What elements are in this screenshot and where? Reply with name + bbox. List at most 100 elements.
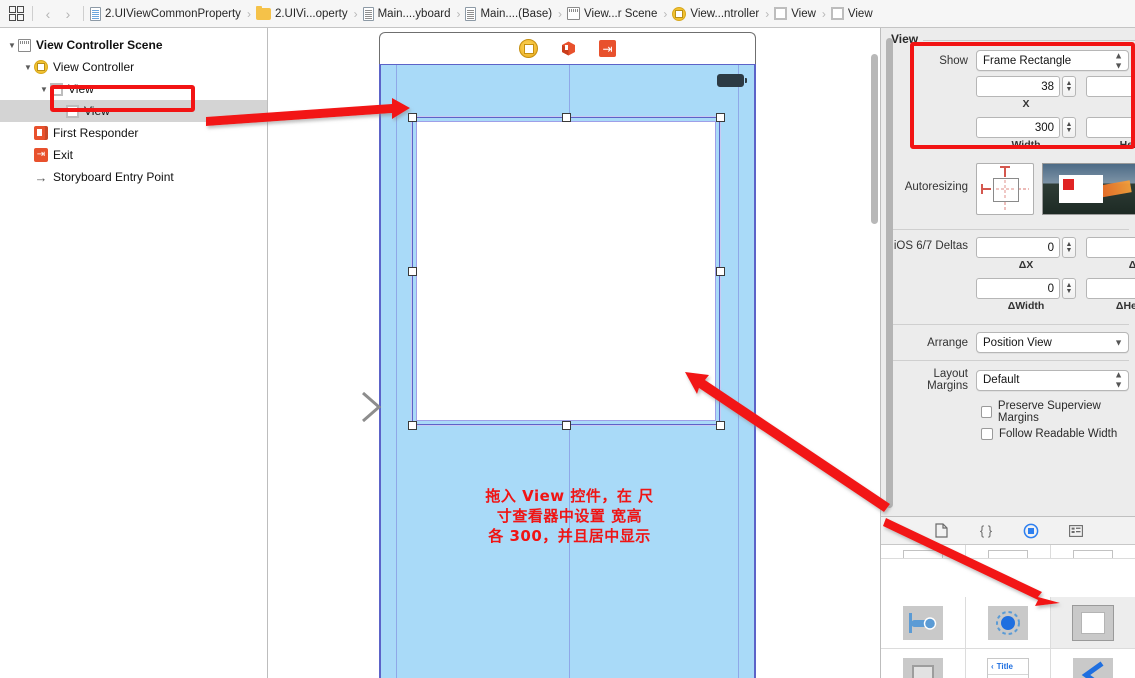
first-responder-dock-icon[interactable] [560, 40, 577, 57]
library-item-switch[interactable] [881, 597, 966, 649]
section-rule [923, 40, 1135, 41]
breadcrumb-item-scene[interactable]: View...r Scene [566, 7, 658, 20]
resize-handle-bottom-left[interactable] [408, 421, 417, 430]
project-file-icon [90, 6, 101, 21]
x-field[interactable]: 38 ▲ ▼ [976, 76, 1076, 97]
width-field[interactable]: 300 ▲ ▼ [976, 117, 1076, 138]
breadcrumb-chevron-icon: › [663, 6, 668, 21]
autoresizing-preview [1042, 163, 1135, 215]
resize-handle-top-center[interactable] [562, 113, 571, 122]
y-caption: Y [1086, 98, 1135, 110]
delta-x-stepper[interactable]: ▲ ▼ [1062, 237, 1076, 258]
autoresizing-row: Autoresizing [893, 163, 1135, 215]
library-item-navigation-item[interactable] [1051, 649, 1135, 678]
delta-height-value[interactable]: 0 [1086, 278, 1135, 299]
disclosure-triangle-icon[interactable]: ▼ [38, 85, 50, 94]
resize-handle-top-left[interactable] [408, 113, 417, 122]
utilities-area: View Show Frame Rectangle ▲ ▼ 38 ▲ ▼ X 3… [880, 28, 1135, 678]
device-view-root[interactable]: 拖入 View 控件，在 尺 寸查看器中设置 宽高 各 300，并且居中显示 [379, 64, 756, 678]
navbar-back-chevron-icon: ‹ [991, 661, 994, 671]
x-value[interactable]: 38 [976, 76, 1060, 97]
breadcrumb-item-storyboard-base[interactable]: Main....(Base) [464, 6, 553, 21]
canvas-vertical-scrollbar[interactable] [871, 54, 878, 224]
outline-row-label: View [84, 104, 110, 118]
library-item-partial-1[interactable] [881, 545, 966, 559]
outline-row-first-responder[interactable]: First Responder [0, 122, 267, 144]
follow-readable-width-row[interactable]: Follow Readable Width [981, 428, 1129, 440]
resize-handle-bottom-right[interactable] [716, 421, 725, 430]
outline-row-label: View [68, 82, 94, 96]
breadcrumb-item-project[interactable]: 2.UIViewCommonProperty [89, 6, 242, 21]
chevron-updown-icon: ▲ ▼ [1114, 369, 1123, 390]
follow-readable-width-checkbox[interactable] [981, 428, 993, 440]
show-value: Frame Rectangle [983, 54, 1072, 67]
object-library-tab[interactable] [1022, 521, 1041, 540]
delta-y-field[interactable]: 0 ▲▼ [1086, 237, 1135, 258]
breadcrumb-chevron-icon: › [765, 6, 770, 21]
delta-x-value[interactable]: 0 [976, 237, 1060, 258]
outline-row-subview-selected[interactable]: View [0, 100, 267, 122]
y-field[interactable]: 27 ▲▼ [1086, 76, 1135, 97]
breadcrumb-item-folder[interactable]: 2.UIVi...operty [255, 5, 349, 20]
y-value[interactable]: 27 [1086, 76, 1135, 97]
view-controller-dock-icon[interactable] [519, 39, 538, 58]
forward-button[interactable]: › [58, 6, 78, 22]
autoresizing-mask-control[interactable] [976, 163, 1034, 215]
exit-dock-icon[interactable]: ⇥ [599, 40, 616, 57]
breadcrumb-item-subview[interactable]: View [830, 7, 874, 20]
back-button[interactable]: ‹ [38, 6, 58, 22]
library-item-activity-indicator[interactable] [966, 597, 1051, 649]
library-item-partial-3[interactable] [1051, 545, 1135, 559]
delta-height-caption: ΔHeight [1115, 300, 1135, 312]
resize-handle-top-right[interactable] [716, 113, 725, 122]
breadcrumb-item-view[interactable]: View [773, 7, 817, 20]
disclosure-triangle-icon[interactable]: ▼ [6, 41, 18, 50]
library-item-partial-2[interactable] [966, 545, 1051, 559]
library-item-view[interactable] [1051, 597, 1135, 649]
resize-handle-middle-left[interactable] [408, 267, 417, 276]
delta-width-field[interactable]: 0 ▲ ▼ [976, 278, 1076, 299]
delta-y-value[interactable]: 0 [1086, 237, 1135, 258]
delta-origin-row: 0 ▲▼ ΔX 0 ▲▼ ΔY [976, 237, 1135, 271]
width-value[interactable]: 300 [976, 117, 1060, 138]
outline-row-label: Exit [53, 148, 74, 162]
delta-width-value[interactable]: 0 [976, 278, 1060, 299]
view-icon [830, 7, 844, 20]
inspector-vertical-scrollbar[interactable] [886, 38, 893, 508]
width-stepper[interactable]: ▲ ▼ [1062, 117, 1076, 138]
preserve-superview-margins-checkbox[interactable] [981, 406, 992, 418]
interface-builder-canvas[interactable]: ⇥ 拖入 View 控件，在 尺 寸查看器中设置 宽高 各 300，并且居中显示 [269, 28, 880, 678]
resize-handle-middle-right[interactable] [716, 267, 725, 276]
delta-height-field[interactable]: 0 ▲▼ [1086, 278, 1135, 299]
selected-subview[interactable] [411, 116, 721, 426]
disclosure-triangle-icon[interactable]: ▼ [22, 63, 34, 72]
resize-handle-bottom-center[interactable] [562, 421, 571, 430]
library-item-container-view[interactable] [881, 649, 966, 678]
arrange-popup-button[interactable]: Position View ▼ [976, 332, 1129, 353]
outline-row-view-controller[interactable]: ▼ View Controller [0, 56, 267, 78]
library-item-navigation-bar[interactable]: ‹ Title [966, 649, 1051, 678]
outline-row-view[interactable]: ▼ View [0, 78, 267, 100]
breadcrumb-item-view-controller[interactable]: View...ntroller [671, 6, 760, 21]
delta-x-field[interactable]: 0 ▲ ▼ [976, 237, 1076, 258]
x-stepper[interactable]: ▲ ▼ [1062, 76, 1076, 97]
preserve-superview-margins-row[interactable]: Preserve Superview Margins [981, 400, 1129, 424]
folder-icon [255, 5, 271, 20]
height-value[interactable]: 300 [1086, 117, 1135, 138]
code-snippet-library-tab[interactable]: { } [977, 521, 996, 540]
exit-icon [34, 148, 48, 162]
file-template-library-tab[interactable] [932, 521, 951, 540]
related-items-icon[interactable] [5, 3, 27, 25]
show-popup-button[interactable]: Frame Rectangle ▲ ▼ [976, 50, 1129, 71]
outline-row-view-controller-scene[interactable]: ▼ View Controller Scene [0, 34, 267, 56]
breadcrumb-chevron-icon: › [456, 6, 461, 21]
outline-row-exit[interactable]: Exit [0, 144, 267, 166]
entry-point-arrow-icon: → [34, 169, 48, 185]
delta-width-stepper[interactable]: ▲ ▼ [1062, 278, 1076, 299]
height-field[interactable]: 300 ▲▼ [1086, 117, 1135, 138]
height-caption: Height [1119, 139, 1135, 151]
outline-row-storyboard-entry-point[interactable]: → Storyboard Entry Point [0, 166, 267, 188]
layout-margins-popup-button[interactable]: Default ▲ ▼ [976, 369, 1129, 391]
media-library-tab[interactable] [1067, 521, 1086, 540]
breadcrumb-item-storyboard[interactable]: Main....yboard [362, 6, 452, 21]
